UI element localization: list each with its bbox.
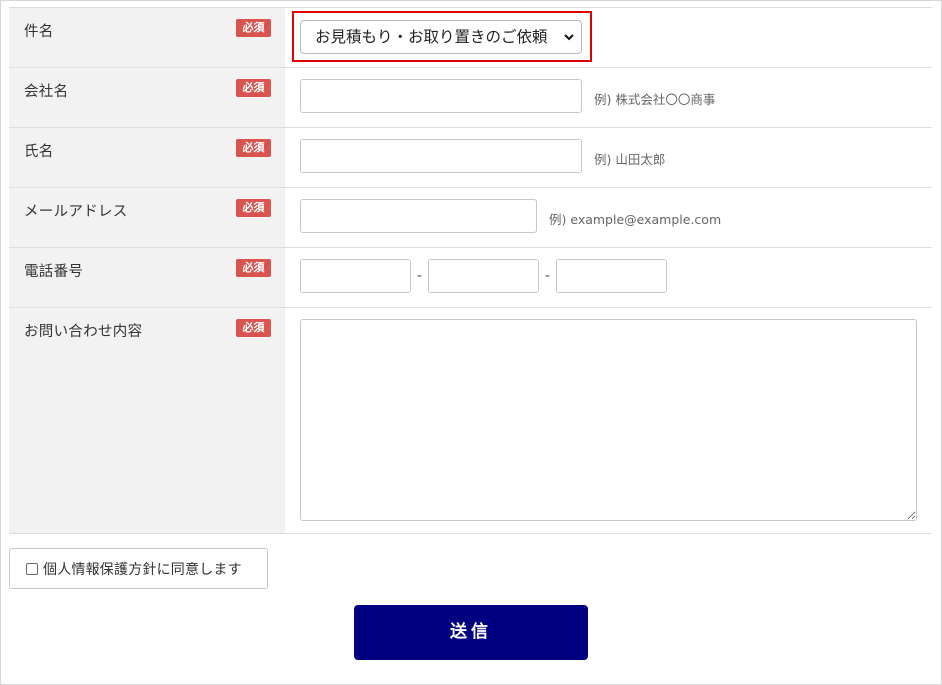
form-row-phone: 電話番号 必須 - - [9,248,932,308]
form-label-cell: 電話番号 必須 [9,248,285,307]
required-badge: 必須 [236,19,271,37]
phone-separator: - [545,268,551,284]
form-input-cell: お見積もり・お取り置きのご依頼 [285,8,932,67]
required-badge: 必須 [236,139,271,157]
required-badge: 必須 [236,199,271,217]
form-label-cell: 氏名 必須 [9,128,285,187]
form-row-name: 氏名 必須 例) 山田太郎 [9,128,932,188]
subject-select[interactable]: お見積もり・お取り置きのご依頼 [300,20,582,54]
form-row-inquiry: お問い合わせ内容 必須 [9,308,932,534]
email-example: 例) example@example.com [549,212,722,227]
form-label-cell: 件名 必須 [9,8,285,67]
company-input[interactable] [300,79,582,113]
privacy-agreement-label: 個人情報保護方針に同意します [43,561,242,578]
inquiry-label: お問い合わせ内容 [24,324,143,340]
company-example: 例) 株式会社〇〇商事 [594,92,716,107]
email-input[interactable] [300,199,537,233]
required-badge: 必須 [236,319,271,337]
phone-input-2[interactable] [428,259,539,293]
form-frame: 件名 必須 お見積もり・お取り置きのご依頼 会社名 必須 例) 株式会社〇〇商事… [0,0,942,685]
required-badge: 必須 [236,259,271,277]
email-label: メールアドレス [24,204,128,220]
form-input-cell: 例) 株式会社〇〇商事 [285,68,932,127]
chevron-down-icon [564,34,574,41]
company-label: 会社名 [24,84,69,100]
subject-label: 件名 [24,24,54,40]
subject-select-value: お見積もり・お取り置きのご依頼 [315,28,548,46]
form-label-cell: メールアドレス 必須 [9,188,285,247]
phone-input-1[interactable] [300,259,411,293]
name-example: 例) 山田太郎 [594,152,666,167]
required-badge: 必須 [236,79,271,97]
contact-form-table: 件名 必須 お見積もり・お取り置きのご依頼 会社名 必須 例) 株式会社〇〇商事… [9,7,932,534]
form-label-cell: お問い合わせ内容 必須 [9,308,285,533]
name-input[interactable] [300,139,582,173]
form-input-cell: 例) 山田太郎 [285,128,932,187]
name-label: 氏名 [24,144,54,160]
form-label-cell: 会社名 必須 [9,68,285,127]
form-input-cell: 例) example@example.com [285,188,932,247]
form-row-company: 会社名 必須 例) 株式会社〇〇商事 [9,68,932,128]
form-row-email: メールアドレス 必須 例) example@example.com [9,188,932,248]
privacy-checkbox[interactable] [26,562,38,575]
form-input-cell: - - [285,248,932,307]
submit-button[interactable]: 送信 [354,605,588,660]
phone-input-3[interactable] [556,259,667,293]
inquiry-textarea[interactable] [300,319,917,521]
phone-separator: - [417,268,423,284]
form-row-subject: 件名 必須 お見積もり・お取り置きのご依頼 [9,8,932,68]
privacy-agreement[interactable]: 個人情報保護方針に同意します [9,548,268,589]
phone-label: 電話番号 [24,264,84,280]
form-input-cell [285,308,932,533]
